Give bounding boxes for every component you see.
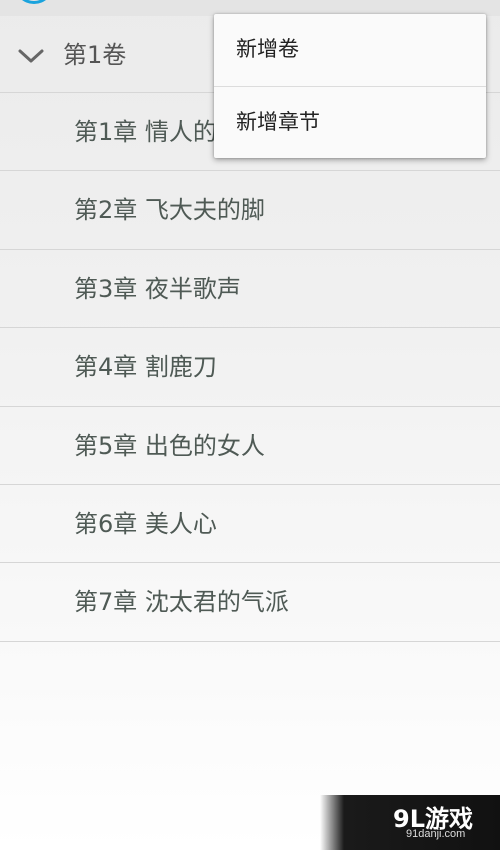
chapter-item[interactable]: 第2章 飞大夫的脚 [0, 171, 500, 250]
chapter-item[interactable]: 第4章 割鹿刀 [0, 328, 500, 407]
watermark-url: 91danji.com [406, 828, 466, 840]
chapter-label: 第2章 飞大夫的脚 [74, 196, 265, 225]
menu-item-label: 新增章节 [236, 110, 320, 134]
chevron-down-icon[interactable] [17, 46, 45, 66]
menu-item-add-volume[interactable]: 新增卷 [214, 14, 486, 86]
chapter-label: 第5章 出色的女人 [74, 431, 265, 460]
chapter-list: 第1章 情人的 第2章 飞大夫的脚 第3章 夜半歌声 第4章 割鹿刀 第5章 出… [0, 93, 500, 642]
chapter-item[interactable]: 第3章 夜半歌声 [0, 250, 500, 329]
chapter-item[interactable]: 第5章 出色的女人 [0, 407, 500, 485]
chapter-label: 第4章 割鹿刀 [74, 353, 217, 382]
overflow-popup-menu: 新增卷 新增章节 [214, 14, 486, 158]
menu-item-add-chapter[interactable]: 新增章节 [214, 86, 486, 158]
screen: 第1卷 第1章 情人的 第2章 飞大夫的脚 第3章 夜半歌声 第4章 割鹿刀 第… [0, 0, 500, 850]
menu-item-label: 新增卷 [236, 37, 299, 61]
volume-title: 第1卷 [63, 41, 127, 69]
chapter-item[interactable]: 第6章 美人心 [0, 485, 500, 564]
watermark: 9L游戏 91danji.com [320, 795, 500, 850]
chapter-label: 第1章 情人的 [74, 118, 217, 146]
chapter-label: 第6章 美人心 [74, 509, 217, 538]
chapter-label: 第7章 沈太君的气派 [74, 588, 289, 617]
chapter-item[interactable]: 第7章 沈太君的气派 [0, 563, 500, 642]
chapter-label: 第3章 夜半歌声 [74, 274, 241, 303]
app-logo-icon[interactable] [14, 0, 54, 4]
